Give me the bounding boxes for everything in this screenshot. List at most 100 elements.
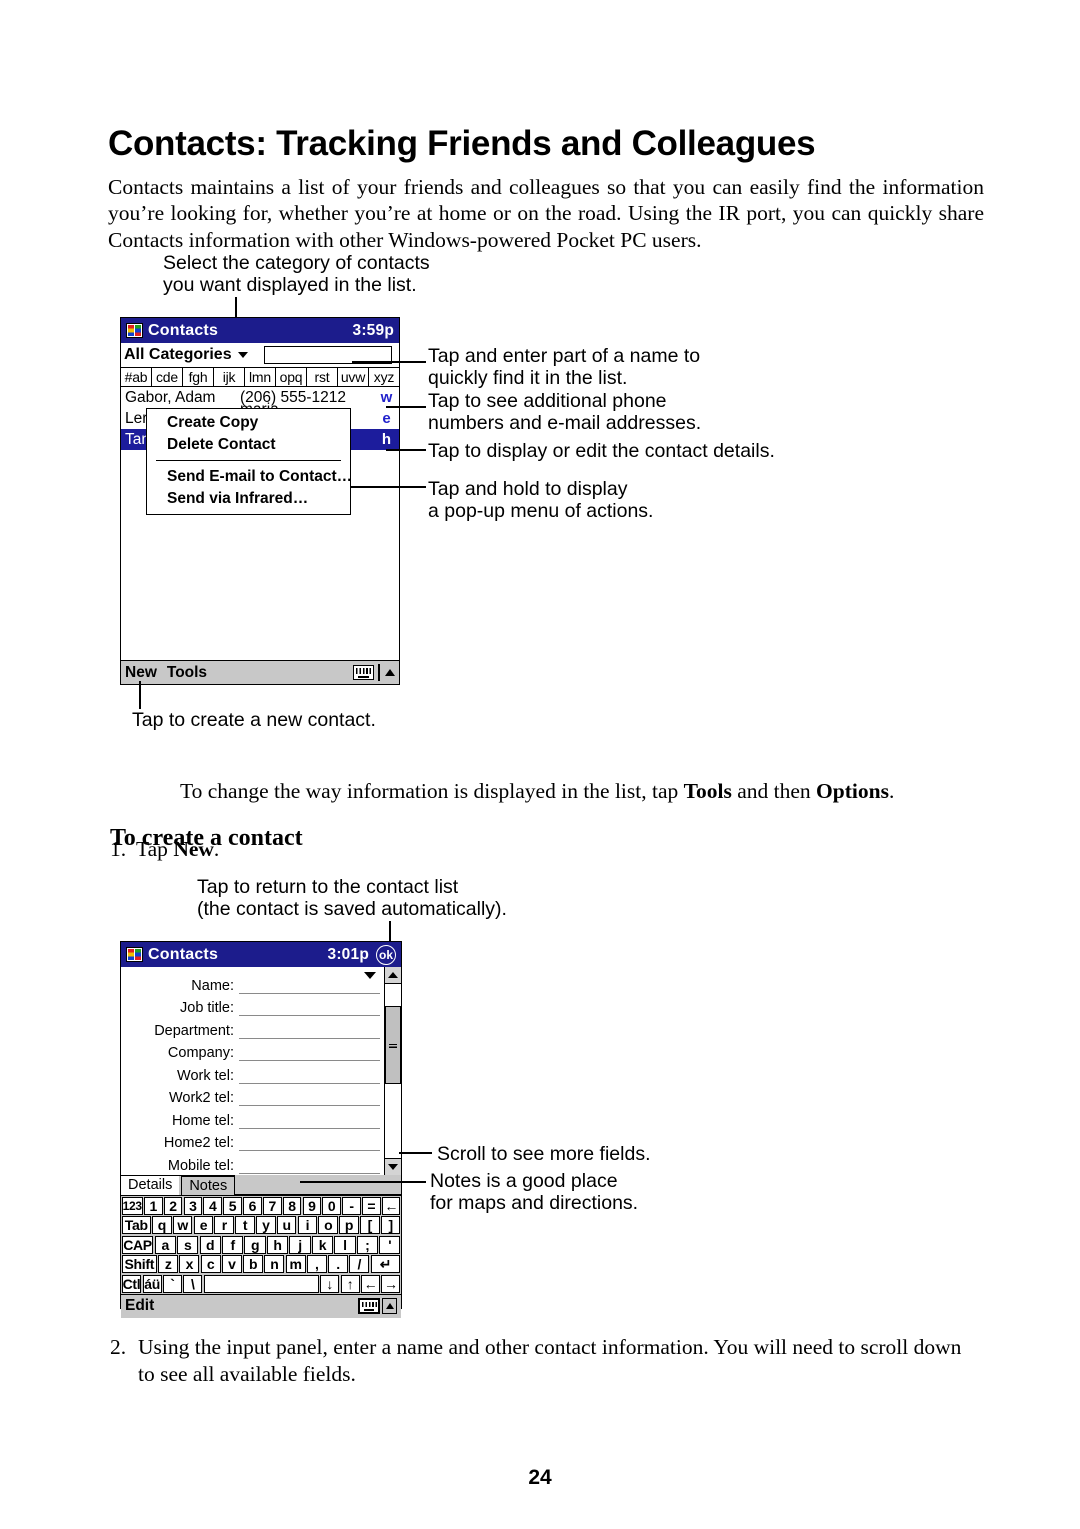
alpha-tab-ijk[interactable]: ijk <box>214 368 245 386</box>
key-z[interactable]: z <box>158 1255 179 1274</box>
key-equals[interactable]: = <box>362 1196 381 1215</box>
key-6[interactable]: 6 <box>243 1196 262 1215</box>
department-field[interactable] <box>239 1021 380 1039</box>
key-s[interactable]: s <box>177 1235 199 1254</box>
key-enter[interactable]: ↵ <box>370 1255 401 1274</box>
key-4[interactable]: 4 <box>203 1196 223 1215</box>
key-7[interactable]: 7 <box>262 1196 282 1215</box>
key-e[interactable]: e <box>193 1216 214 1235</box>
contact-flag[interactable]: e <box>378 410 395 427</box>
key-u[interactable]: u <box>276 1216 297 1235</box>
key-h[interactable]: h <box>266 1235 289 1254</box>
keyboard-icon[interactable] <box>353 665 375 680</box>
key-3[interactable]: 3 <box>183 1196 203 1215</box>
key-tab[interactable]: Tab <box>121 1216 151 1235</box>
home-tel-field[interactable] <box>239 1111 380 1129</box>
menu-item-create-copy[interactable]: Create Copy <box>147 412 350 434</box>
key-c[interactable]: c <box>200 1255 221 1274</box>
key-t[interactable]: t <box>235 1216 255 1235</box>
key-k[interactable]: k <box>311 1235 334 1254</box>
alpha-tab-lmn[interactable]: lmn <box>245 368 276 386</box>
chevron-down-icon[interactable] <box>237 352 248 358</box>
home2-tel-field[interactable] <box>239 1133 380 1151</box>
work-tel-field[interactable] <box>239 1066 380 1084</box>
work2-tel-field[interactable] <box>239 1088 380 1106</box>
key-5[interactable]: 5 <box>223 1196 242 1215</box>
tools-menu-button[interactable]: Tools <box>167 664 207 682</box>
key-0[interactable]: 0 <box>322 1196 341 1215</box>
key-x[interactable]: x <box>179 1255 200 1274</box>
key-d[interactable]: d <box>199 1235 221 1254</box>
alpha-tab-fgh[interactable]: fgh <box>183 368 214 386</box>
key-backspace[interactable]: ← <box>381 1196 401 1215</box>
key-o[interactable]: o <box>318 1216 339 1235</box>
key-q[interactable]: q <box>152 1216 172 1235</box>
key-ctl[interactable]: Ctl <box>121 1274 142 1293</box>
alpha-tab-cde[interactable]: cde <box>152 368 183 386</box>
name-field[interactable] <box>239 976 380 994</box>
scroll-thumb[interactable] <box>385 1006 401 1084</box>
key-1[interactable]: 1 <box>143 1196 163 1215</box>
key-i[interactable]: i <box>297 1216 318 1235</box>
key-n[interactable]: n <box>264 1255 285 1274</box>
menu-item-send-infrared[interactable]: Send via Infrared… <box>147 488 350 510</box>
chevron-down-icon[interactable] <box>364 972 376 979</box>
key-backtick[interactable]: ` <box>162 1274 183 1293</box>
key-semicolon[interactable]: ; <box>356 1235 378 1254</box>
category-selector-label[interactable]: All Categories <box>124 346 232 364</box>
key-backslash[interactable]: \ <box>183 1274 203 1293</box>
key-123[interactable]: 123 <box>121 1196 143 1215</box>
key-arrow-down[interactable]: ↓ <box>320 1274 340 1293</box>
key-accents[interactable]: áü <box>142 1274 162 1293</box>
key-j[interactable]: j <box>289 1235 311 1254</box>
company-field[interactable] <box>239 1043 380 1061</box>
scroll-track[interactable] <box>385 984 401 1158</box>
alpha-tab-xyz[interactable]: xyz <box>369 368 399 386</box>
contact-flag[interactable]: w <box>378 389 395 406</box>
key-apostrophe[interactable]: ' <box>379 1235 401 1254</box>
key-y[interactable]: y <box>256 1216 276 1235</box>
key-9[interactable]: 9 <box>302 1196 322 1215</box>
key-bracket-left[interactable]: [ <box>360 1216 380 1235</box>
chevron-up-icon[interactable] <box>385 669 395 676</box>
vertical-scrollbar[interactable] <box>384 967 401 1175</box>
menu-item-send-email[interactable]: Send E-mail to Contact… <box>147 466 352 488</box>
key-comma[interactable]: , <box>306 1255 327 1274</box>
key-f[interactable]: f <box>222 1235 244 1254</box>
alpha-tab-opq[interactable]: opq <box>276 368 307 386</box>
contact-flag[interactable]: h <box>378 431 395 448</box>
key-period[interactable]: . <box>328 1255 349 1274</box>
tab-notes[interactable]: Notes <box>181 1176 236 1195</box>
edit-menu-button[interactable]: Edit <box>125 1297 154 1315</box>
key-slash[interactable]: / <box>349 1255 370 1274</box>
tab-details[interactable]: Details <box>121 1176 180 1195</box>
key-8[interactable]: 8 <box>282 1196 302 1215</box>
menu-item-delete-contact[interactable]: Delete Contact <box>147 434 350 456</box>
key-bracket-right[interactable]: ] <box>380 1216 401 1235</box>
key-cap[interactable]: CAP <box>121 1235 154 1254</box>
key-space[interactable] <box>203 1274 319 1293</box>
key-shift[interactable]: Shift <box>121 1255 157 1274</box>
key-g[interactable]: g <box>244 1235 266 1254</box>
alpha-tab-uvw[interactable]: uvw <box>338 368 369 386</box>
key-l[interactable]: l <box>334 1235 356 1254</box>
key-minus[interactable]: - <box>342 1196 361 1215</box>
ok-button[interactable]: ok <box>376 944 396 965</box>
keyboard-icon[interactable] <box>358 1298 380 1314</box>
key-w[interactable]: w <box>172 1216 193 1235</box>
key-m[interactable]: m <box>285 1255 306 1274</box>
scroll-down-button[interactable] <box>385 1158 401 1175</box>
mobile-tel-field[interactable] <box>239 1156 380 1174</box>
key-b[interactable]: b <box>243 1255 264 1274</box>
new-button[interactable]: New <box>125 664 157 682</box>
scroll-up-button[interactable] <box>385 967 401 984</box>
key-p[interactable]: p <box>339 1216 359 1235</box>
input-panel-selector-button[interactable] <box>382 1298 397 1314</box>
key-arrow-left[interactable]: ← <box>360 1274 381 1293</box>
alpha-tab-ab[interactable]: #ab <box>121 368 152 386</box>
alpha-tab-rst[interactable]: rst <box>307 368 338 386</box>
job-title-field[interactable] <box>239 998 380 1016</box>
key-arrow-up[interactable]: ↑ <box>340 1274 360 1293</box>
key-arrow-right[interactable]: → <box>381 1274 401 1293</box>
key-a[interactable]: a <box>154 1235 176 1254</box>
